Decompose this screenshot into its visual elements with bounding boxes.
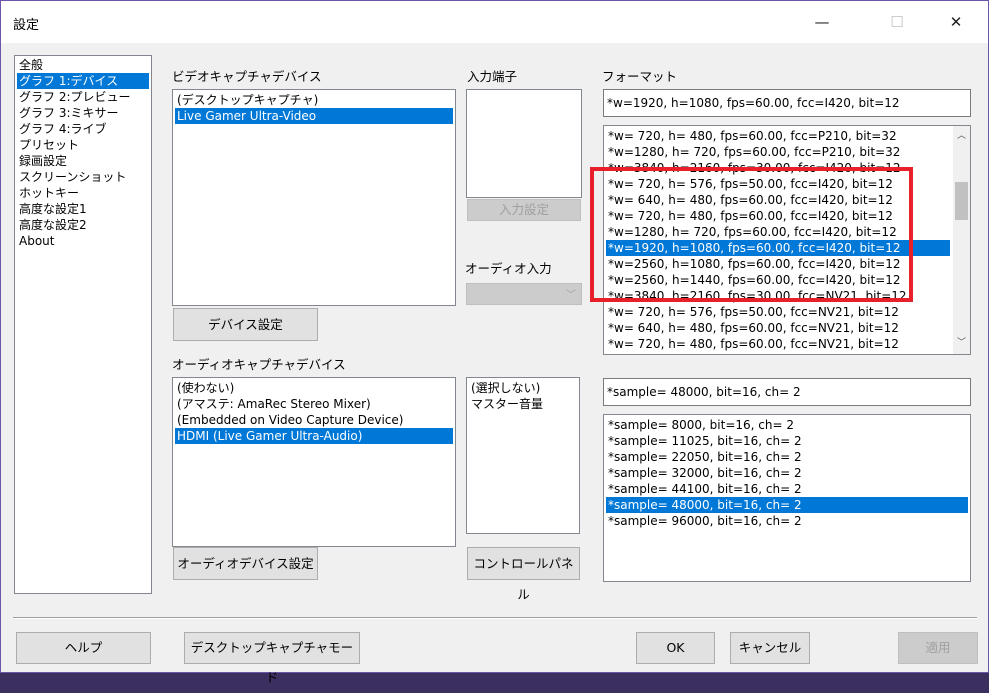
input-terminal-list[interactable] bbox=[466, 89, 582, 198]
nav-list-item[interactable]: スクリーンショット bbox=[17, 169, 149, 185]
video-device-list[interactable]: (デスクトップキャプチャ) Live Gamer Ultra-Video bbox=[172, 89, 456, 306]
nav-list-item[interactable]: グラフ 1:デバイス bbox=[17, 73, 149, 89]
video-device-item[interactable]: (デスクトップキャプチャ) bbox=[175, 92, 453, 108]
video-device-item[interactable]: Live Gamer Ultra-Video bbox=[175, 108, 453, 124]
format-list-item[interactable]: *w= 720, h= 480, fps=60.00, fcc=P210, bi… bbox=[606, 128, 950, 144]
audio-device-settings-button[interactable]: オーディオデバイス設定 bbox=[173, 547, 318, 580]
audio-format-item[interactable]: *sample= 8000, bit=16, ch= 2 bbox=[606, 417, 968, 433]
audio-format-item[interactable]: *sample= 22050, bit=16, ch= 2 bbox=[606, 449, 968, 465]
input-settings-button: 入力設定 bbox=[467, 199, 581, 221]
settings-window: 設定 — ☐ ✕ 全般 グラフ 1:デバイス グラフ 2:プレビュー グラフ 3:ミキ… bbox=[0, 0, 989, 685]
video-device-label: ビデオキャプチャデバイス bbox=[172, 69, 322, 84]
audio-format-item[interactable]: *sample= 32000, bit=16, ch= 2 bbox=[606, 465, 968, 481]
chevron-down-icon: ﹀ bbox=[566, 290, 576, 301]
audio-device-item[interactable]: (Embedded on Video Capture Device) bbox=[175, 412, 453, 428]
nav-list-item[interactable]: 高度な設定1 bbox=[17, 201, 149, 217]
audio-format-item[interactable]: *sample= 96000, bit=16, ch= 2 bbox=[606, 513, 968, 529]
format-list-item[interactable]: *w= 720, h= 576, fps=50.00, fcc=NV21, bi… bbox=[606, 304, 950, 320]
nav-list-item[interactable]: グラフ 2:プレビュー bbox=[17, 89, 149, 105]
settings-nav-list[interactable]: 全般 グラフ 1:デバイス グラフ 2:プレビュー グラフ 3:ミキサー グラフ 4:ラ… bbox=[14, 55, 152, 594]
close-button[interactable]: ✕ bbox=[933, 1, 979, 43]
minimize-button[interactable]: — bbox=[799, 1, 845, 43]
nav-list-item[interactable]: グラフ 4:ライブ bbox=[17, 121, 149, 137]
audio-device-list[interactable]: (使わない) (アマステ: AmaRec Stereo Mixer) (Embedd… bbox=[172, 377, 456, 547]
audio-format-item[interactable]: *sample= 11025, bit=16, ch= 2 bbox=[606, 433, 968, 449]
highlight-rectangle bbox=[590, 167, 913, 302]
mixer-list-item[interactable]: (選択しない) bbox=[469, 380, 577, 396]
audio-device-item[interactable]: HDMI (Live Gamer Ultra-Audio) bbox=[175, 428, 453, 444]
device-settings-button[interactable]: デバイス設定 bbox=[173, 308, 318, 341]
apply-button: 適用 bbox=[898, 632, 978, 664]
audio-format-list[interactable]: *sample= 8000, bit=16, ch= 2 *sample= 110… bbox=[603, 414, 971, 582]
window-title: 設定 bbox=[13, 18, 40, 33]
nav-list-item[interactable]: About bbox=[17, 233, 149, 249]
format-label: フォーマット bbox=[602, 69, 678, 84]
format-current-field[interactable]: *w=1920, h=1080, fps=60.00, fcc=I420, bi… bbox=[603, 89, 971, 117]
desktop-capture-mode-button[interactable]: デスクトップキャプチャモード bbox=[184, 632, 360, 685]
format-list-item[interactable]: *w=1280, h= 720, fps=60.00, fcc=P210, bi… bbox=[606, 144, 950, 160]
cancel-button[interactable]: キャンセル bbox=[730, 632, 810, 664]
scroll-up-icon[interactable]: ︿ bbox=[953, 128, 970, 145]
mixer-list[interactable]: (選択しない) マスター音量 bbox=[466, 377, 580, 534]
ok-button[interactable]: OK bbox=[636, 632, 715, 664]
title-bar[interactable]: 設定 — ☐ ✕ bbox=[1, 1, 988, 43]
nav-list-item[interactable]: 録画設定 bbox=[17, 153, 149, 169]
audio-format-item[interactable]: *sample= 44100, bit=16, ch= 2 bbox=[606, 481, 968, 497]
audio-input-label: オーディオ入力 bbox=[465, 261, 552, 276]
format-scrollbar[interactable]: ︿ ﹀ bbox=[953, 126, 970, 354]
footer-separator bbox=[13, 617, 977, 619]
input-terminal-label: 入力端子 bbox=[467, 69, 518, 84]
help-button[interactable]: ヘルプ bbox=[16, 632, 151, 664]
mixer-list-item[interactable]: マスター音量 bbox=[469, 396, 577, 412]
audio-device-item[interactable]: (使わない) bbox=[175, 380, 453, 396]
maximize-button: ☐ bbox=[890, 13, 904, 31]
nav-list-item[interactable]: 高度な設定2 bbox=[17, 217, 149, 233]
audio-device-label: オーディオキャプチャデバイス bbox=[172, 357, 346, 372]
nav-list-item[interactable]: 全般 bbox=[17, 57, 149, 73]
audio-format-current-field[interactable]: *sample= 48000, bit=16, ch= 2 bbox=[603, 378, 971, 406]
audio-format-item[interactable]: *sample= 48000, bit=16, ch= 2 bbox=[606, 497, 968, 513]
nav-list-item[interactable]: グラフ 3:ミキサー bbox=[17, 105, 149, 121]
scroll-down-icon[interactable]: ﹀ bbox=[953, 335, 970, 352]
audio-device-item[interactable]: (アマステ: AmaRec Stereo Mixer) bbox=[175, 396, 453, 412]
format-list-item[interactable]: *w= 640, h= 480, fps=60.00, fcc=NV21, bi… bbox=[606, 320, 950, 336]
audio-input-dropdown: ﹀ bbox=[466, 283, 582, 305]
format-list-item[interactable]: *w= 720, h= 480, fps=60.00, fcc=NV21, bi… bbox=[606, 336, 950, 352]
scroll-thumb[interactable] bbox=[955, 182, 968, 220]
nav-list-item[interactable]: プリセット bbox=[17, 137, 149, 153]
control-panel-button[interactable]: コントロールパネル bbox=[467, 547, 580, 602]
nav-list-item[interactable]: ホットキー bbox=[17, 185, 149, 201]
